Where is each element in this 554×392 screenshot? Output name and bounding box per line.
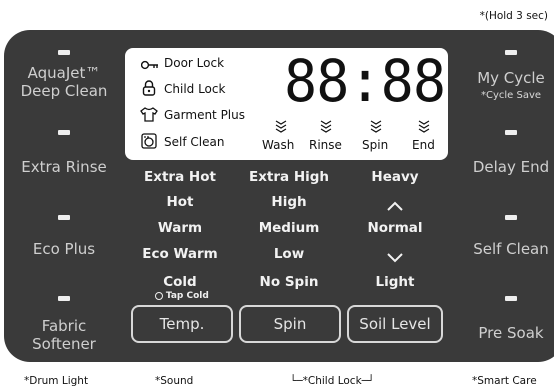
soil-normal: Normal <box>367 220 423 236</box>
soil-level-button[interactable]: Soil Level <box>347 305 443 343</box>
end-stage-icon <box>418 119 430 138</box>
cycle-save-note: *Cycle Save <box>480 90 542 101</box>
spin-high: High <box>271 194 307 210</box>
fabric-softener-indicator-led <box>58 296 70 301</box>
spin-stage-icon <box>370 119 382 138</box>
end-stage-label: End <box>412 138 435 152</box>
door-lock-indicator: Door Lock <box>164 56 225 70</box>
drum-light-note: *Drum Light <box>24 375 89 387</box>
temp-button[interactable]: Temp. <box>131 305 233 343</box>
aquajet-deep-clean-button[interactable]: AquaJet™ Deep Clean <box>6 64 122 100</box>
drum-icon <box>141 133 157 153</box>
garment-plus-indicator: Garment Plus <box>164 108 245 122</box>
delay-end-indicator-led <box>505 130 517 135</box>
hold-3-sec-note: *(Hold 3 sec) <box>479 10 548 22</box>
smart-care-note: *Smart Care <box>472 375 537 387</box>
spin-button[interactable]: Spin <box>239 305 341 343</box>
self-clean-button[interactable]: Self Clean <box>456 240 554 258</box>
tap-cold-note: Tap Cold <box>155 291 209 301</box>
extra-rinse-indicator-led <box>58 130 70 135</box>
soil-heavy: Heavy <box>371 169 419 185</box>
pre-soak-button[interactable]: Pre Soak <box>456 324 554 342</box>
fabric-softener-button[interactable]: Fabric Softener <box>6 317 122 353</box>
aquajet-indicator-led <box>58 50 70 55</box>
my-cycle-indicator-led <box>505 50 517 55</box>
eco-plus-indicator-led <box>58 215 70 220</box>
child-lock-indicator: Child Lock <box>164 82 226 96</box>
lock-icon <box>142 80 156 100</box>
self-clean-indicator: Self Clean <box>164 135 225 149</box>
tap-cold-label: Tap Cold <box>165 291 209 301</box>
spin-low: Low <box>273 246 305 262</box>
wash-stage-icon <box>275 119 287 138</box>
pre-soak-indicator-led <box>505 296 517 301</box>
extra-rinse-button[interactable]: Extra Rinse <box>6 158 122 176</box>
chevron-up-icon <box>387 196 403 215</box>
shirt-icon <box>140 106 158 126</box>
my-cycle-button[interactable]: My Cycle <box>456 69 554 87</box>
chevron-down-icon <box>387 248 403 267</box>
rinse-stage-icon <box>320 119 332 138</box>
sound-note: *Sound <box>155 375 194 387</box>
soil-light: Light <box>375 274 415 290</box>
key-icon <box>140 56 159 75</box>
delay-end-button[interactable]: Delay End <box>456 158 554 176</box>
child-lock-note: └─*Child Lock─┘ <box>290 375 375 387</box>
self-clean-indicator-led <box>505 215 517 220</box>
eco-plus-button[interactable]: Eco Plus <box>6 240 122 258</box>
tap-cold-circle-icon <box>155 291 163 300</box>
wash-stage-label: Wash <box>262 138 295 152</box>
rinse-stage-label: Rinse <box>309 138 342 152</box>
spin-stage-label: Spin <box>362 138 389 152</box>
time-display: 88:88 <box>284 47 446 115</box>
